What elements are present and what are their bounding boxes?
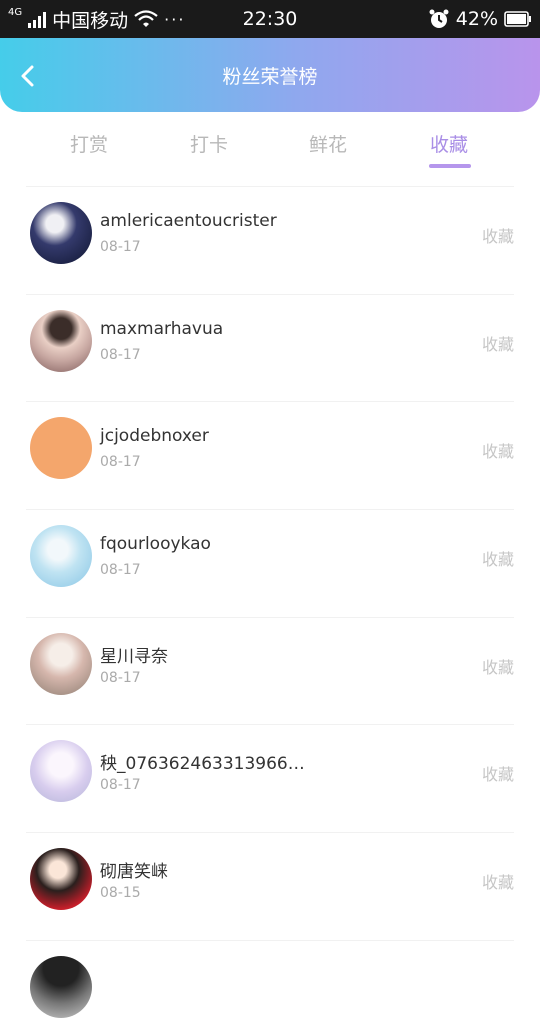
- list-item[interactable]: 星川寻奈 08-17 收藏: [26, 616, 514, 725]
- avatar: [30, 956, 92, 1018]
- item-date: 08-17: [100, 562, 141, 579]
- page-header: 粉丝荣誉榜: [0, 38, 540, 112]
- user-name: jcjodebnoxer: [100, 426, 209, 447]
- item-date: 08-15: [100, 885, 141, 902]
- battery-percent: 42%: [455, 8, 498, 30]
- more-dots: ···: [164, 9, 186, 29]
- user-name: 砌唐笑崃: [100, 862, 168, 883]
- list-item[interactable]: jcjodebnoxer 08-17 收藏: [26, 401, 514, 509]
- list-item[interactable]: 秧_076362463313966… 08-17 收藏: [26, 724, 514, 832]
- back-button[interactable]: [16, 64, 40, 88]
- page-title: 粉丝荣誉榜: [222, 65, 318, 88]
- alarm-clock-icon: [428, 8, 450, 30]
- item-date: 08-17: [100, 239, 141, 255]
- item-date: 08-17: [100, 346, 141, 363]
- status-left: 4G 中国移动 ···: [8, 6, 185, 33]
- avatar: [30, 848, 92, 911]
- avatar: [30, 309, 92, 372]
- item-type: 收藏: [481, 442, 514, 462]
- user-name: amlericaentoucrister: [100, 211, 277, 231]
- item-type: 收藏: [481, 550, 514, 570]
- item-type: 收藏: [481, 227, 514, 246]
- carrier-label: 中国移动: [52, 9, 129, 32]
- item-date: 08-17: [100, 777, 141, 794]
- list-item[interactable]: fqourlooykao 08-17 收藏: [26, 509, 514, 617]
- avatar: [30, 632, 92, 695]
- tab-flowers[interactable]: 鲜花: [309, 130, 347, 157]
- list-item[interactable]: 砌唐笑崃 08-15 收藏: [26, 832, 514, 940]
- fan-list: amlericaentoucrister 08-17 收藏 maxmarhavu…: [0, 186, 540, 940]
- signal-icon: [28, 10, 47, 28]
- avatar: [30, 417, 92, 480]
- status-bar: 4G 中国移动 ··· 22:30 42%: [0, 0, 540, 38]
- item-type: 收藏: [481, 657, 514, 677]
- item-type: 收藏: [481, 873, 514, 893]
- list-item[interactable]: amlericaentoucrister 08-17 收藏: [26, 186, 514, 294]
- item-type: 收藏: [481, 765, 514, 785]
- user-name: 秧_076362463313966…: [100, 754, 305, 775]
- active-tab-indicator: [429, 164, 471, 168]
- list-item-partial[interactable]: [26, 940, 514, 1018]
- user-name: maxmarhavua: [100, 318, 224, 339]
- list-item[interactable]: maxmarhavua 08-17 收藏: [26, 293, 514, 402]
- network-type: 4G: [8, 7, 23, 18]
- tab-favorites[interactable]: 收藏: [430, 130, 468, 157]
- avatar: [30, 740, 92, 803]
- item-date: 08-17: [100, 669, 141, 686]
- avatar: [30, 202, 92, 264]
- tab-tips[interactable]: 打赏: [70, 130, 108, 157]
- status-right: 42%: [428, 8, 532, 30]
- user-name: 星川寻奈: [100, 646, 168, 667]
- avatar: [30, 525, 92, 588]
- tab-checkin[interactable]: 打卡: [190, 130, 228, 157]
- battery-icon: [504, 11, 532, 27]
- chevron-left-icon: [21, 65, 34, 87]
- user-name: fqourlooykao: [100, 534, 211, 555]
- wifi-icon: [134, 10, 158, 28]
- item-type: 收藏: [481, 334, 514, 354]
- item-date: 08-17: [100, 454, 141, 471]
